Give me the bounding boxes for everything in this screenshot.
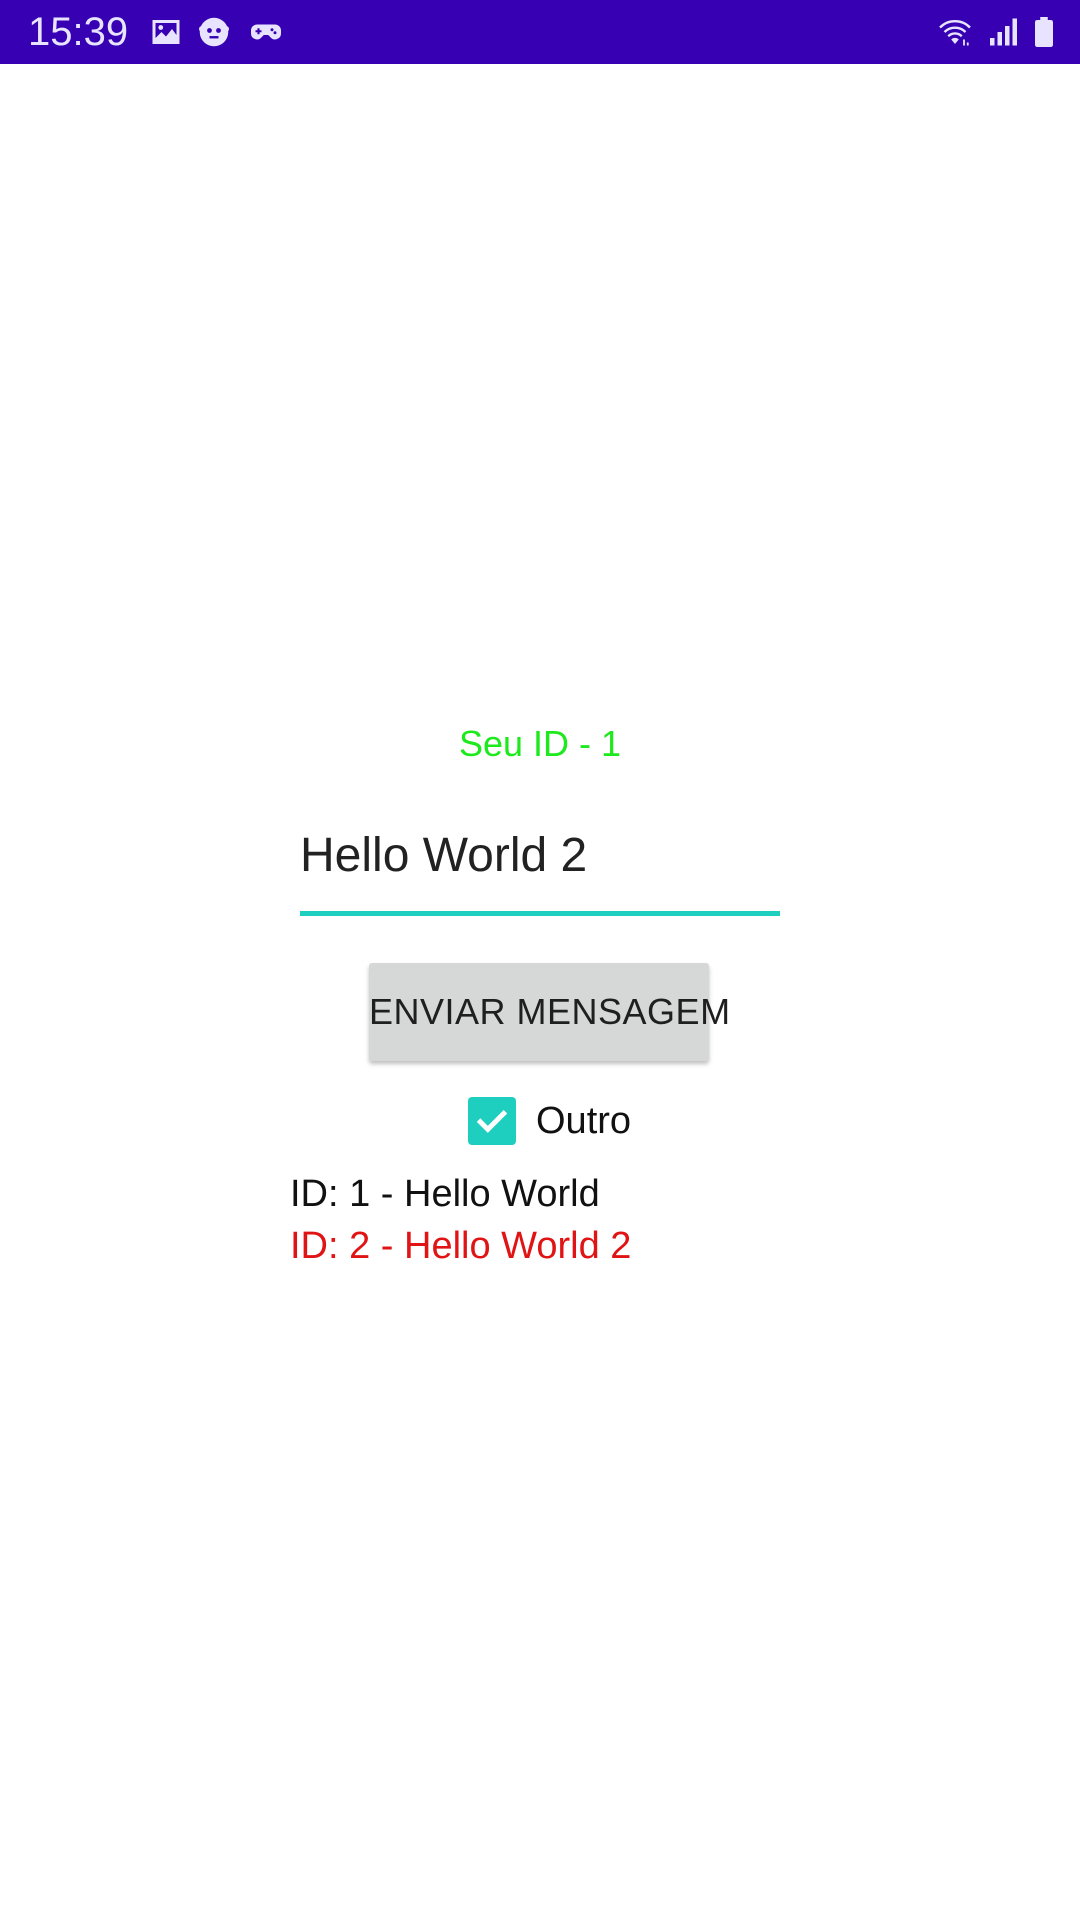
- other-checkbox-label: Outro: [536, 1099, 632, 1142]
- status-time: 15:39: [28, 10, 129, 54]
- message-item: ID: 1 - Hello World: [290, 1173, 600, 1215]
- message-item: ID: 2 - Hello World 2: [290, 1225, 632, 1267]
- your-id-label: Seu ID - 1: [458, 723, 622, 764]
- message-input[interactable]: [300, 820, 780, 916]
- other-checkbox-row[interactable]: Outro: [468, 1096, 631, 1146]
- image-icon: [148, 14, 184, 50]
- send-message-button[interactable]: ENVIAR MENSAGEM: [369, 963, 730, 1061]
- game-face-icon: [196, 14, 232, 50]
- gamepad-icon: [248, 14, 284, 50]
- status-bar: 15:39: [0, 0, 1080, 64]
- signal-icon: [984, 14, 1020, 50]
- wifi-icon: [934, 14, 976, 50]
- app-screen: 15:39 Seu ID - 1 ENVIAR MENSAGEM Outro I…: [0, 0, 1080, 1920]
- checkmark-icon: [476, 1109, 508, 1133]
- other-checkbox[interactable]: [468, 1097, 516, 1145]
- message-list: ID: 1 - Hello World ID: 2 - Hello World …: [290, 1168, 631, 1272]
- battery-icon: [1026, 14, 1062, 50]
